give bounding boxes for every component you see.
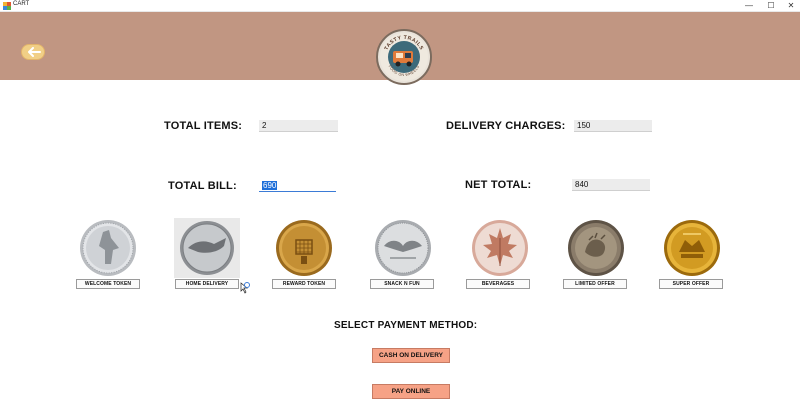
total-items-field[interactable]: 2	[259, 120, 338, 132]
reward-token-coin-image	[271, 218, 337, 278]
mouse-pointer-icon	[240, 282, 250, 294]
total-bill-value: 690	[262, 181, 278, 190]
net-total-label: NET TOTAL:	[465, 179, 532, 191]
limited-offer-button[interactable]: LIMITED OFFER	[563, 279, 627, 289]
beverages-coin-image	[467, 218, 533, 278]
limited-offer-coin-image	[563, 218, 629, 278]
welcome-token-coin-image	[75, 218, 141, 278]
delivery-charges-label: DELIVERY CHARGES:	[446, 120, 566, 132]
pay-online-button[interactable]: PAY ONLINE	[372, 384, 450, 399]
snack-n-fun-coin-image	[370, 218, 436, 278]
food-truck-icon: TASTY TRAILS FOOD ON WHEELS	[380, 33, 428, 81]
close-button[interactable]: ✕	[782, 0, 800, 11]
maximize-button[interactable]: ☐	[762, 0, 780, 11]
payment-method-heading: SELECT PAYMENT METHOD:	[334, 320, 478, 331]
net-total-field[interactable]: 840	[572, 179, 650, 191]
welcome-token-button[interactable]: WELCOME TOKEN	[76, 279, 140, 289]
title-bar: CART — ☐ ✕	[0, 0, 800, 12]
total-items-label: TOTAL ITEMS:	[164, 120, 243, 132]
super-offer-coin-image	[659, 218, 725, 278]
home-delivery-coin-image	[174, 218, 240, 278]
minimize-button[interactable]: —	[740, 0, 758, 11]
arrow-left-icon	[28, 47, 41, 57]
brand-logo: TASTY TRAILS FOOD ON WHEELS	[376, 29, 432, 85]
total-bill-field[interactable]: 690	[259, 180, 336, 192]
snack-n-fun-button[interactable]: SNACK N FUN	[370, 279, 434, 289]
reward-token-button[interactable]: REWARD TOKEN	[272, 279, 336, 289]
cash-on-delivery-button[interactable]: CASH ON DELIVERY	[372, 348, 450, 363]
home-delivery-button[interactable]: HOME DELIVERY	[175, 279, 239, 289]
delivery-charges-field[interactable]: 150	[574, 120, 652, 132]
window-title: CART	[13, 1, 30, 7]
beverages-button[interactable]: BEVERAGES	[466, 279, 530, 289]
total-bill-label: TOTAL BILL:	[168, 180, 237, 192]
back-button[interactable]	[21, 44, 45, 60]
app-icon	[3, 2, 11, 10]
super-offer-button[interactable]: SUPER OFFER	[659, 279, 723, 289]
cart-window: CART — ☐ ✕ TASTY TRAILS FOOD ON WHEELS T…	[0, 0, 800, 412]
header-banner: TASTY TRAILS FOOD ON WHEELS	[0, 12, 800, 85]
